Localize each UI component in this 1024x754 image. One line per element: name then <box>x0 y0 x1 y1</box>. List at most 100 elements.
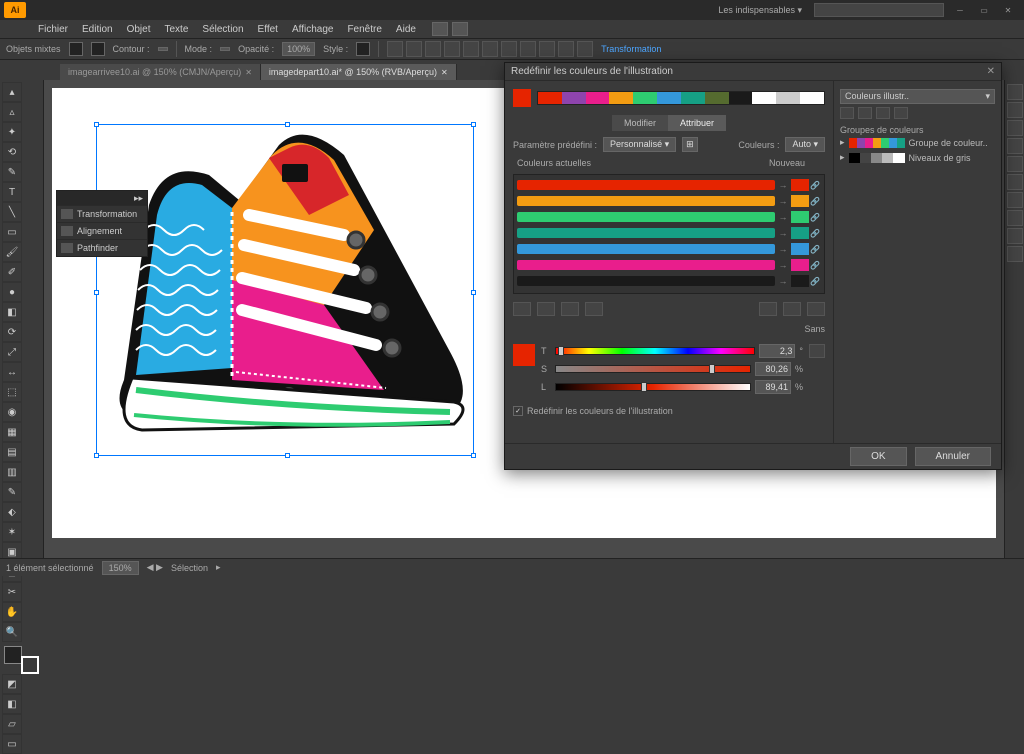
color-row[interactable]: →🔗 <box>517 194 821 208</box>
panel-transformation[interactable]: Transformation <box>57 205 147 222</box>
save-group-icon[interactable] <box>858 107 872 119</box>
paintbrush-tool[interactable]: 🖌 <box>2 242 22 262</box>
scale-tool[interactable]: ⤢ <box>2 342 22 362</box>
distribute-h-icon[interactable] <box>520 41 536 57</box>
strip-swatch[interactable] <box>538 92 562 104</box>
workspace-switcher[interactable]: Les indispensables ▾ <box>710 5 810 16</box>
layout-icon[interactable] <box>432 22 448 36</box>
search-input[interactable] <box>814 3 944 17</box>
align-right-icon[interactable] <box>444 41 460 57</box>
stroke-swatch[interactable] <box>91 42 105 56</box>
window-maximize[interactable]: ▭ <box>972 3 996 17</box>
fill-stroke-control[interactable] <box>2 646 41 674</box>
free-transform-tool[interactable]: ⬚ <box>2 382 22 402</box>
hue-slider[interactable] <box>555 347 755 355</box>
align-left-icon[interactable] <box>406 41 422 57</box>
distribute-v-icon[interactable] <box>539 41 555 57</box>
graphic-styles-panel-icon[interactable] <box>1007 228 1023 244</box>
transform-panel[interactable]: ▸▸ Transformation Alignement Pathfinder <box>56 190 148 257</box>
panel-alignement[interactable]: Alignement <box>57 222 147 239</box>
strip-swatch[interactable] <box>752 92 776 104</box>
fill-color[interactable] <box>4 646 22 664</box>
panel-collapse-icon[interactable]: ▸▸ <box>134 193 143 204</box>
color-row[interactable]: →🔗 <box>517 258 821 272</box>
strip-swatch[interactable] <box>633 92 657 104</box>
direct-selection-tool[interactable]: ▵ <box>2 102 22 122</box>
slice-tool[interactable]: ✂ <box>2 582 22 602</box>
folder-icon[interactable] <box>876 107 890 119</box>
layers-panel-icon[interactable] <box>1007 246 1023 262</box>
transparency-panel-icon[interactable] <box>1007 192 1023 208</box>
menu-affichage[interactable]: Affichage <box>286 22 340 37</box>
separate-colors-icon[interactable] <box>585 302 603 316</box>
menu-effet[interactable]: Effet <box>252 22 284 37</box>
strip-swatch[interactable] <box>705 92 729 104</box>
align-top-icon[interactable] <box>463 41 479 57</box>
menu-aide[interactable]: Aide <box>390 22 422 37</box>
ok-button[interactable]: OK <box>850 447 906 466</box>
style-swatch[interactable] <box>356 42 370 56</box>
symbols-panel-icon[interactable] <box>1007 138 1023 154</box>
align-bottom-icon[interactable] <box>501 41 517 57</box>
align-key-icon[interactable] <box>558 41 574 57</box>
pen-tool[interactable]: ✎ <box>2 162 22 182</box>
blob-brush-tool[interactable]: ● <box>2 282 22 302</box>
align-vcenter-icon[interactable] <box>482 41 498 57</box>
strip-swatch[interactable] <box>586 92 610 104</box>
cancel-button[interactable]: Annuler <box>915 447 991 466</box>
lig-value[interactable]: 89,41 <box>755 380 791 394</box>
strip-swatch[interactable] <box>776 92 800 104</box>
color-row[interactable]: →🔗 <box>517 242 821 256</box>
color-mode-toggle-icon[interactable] <box>809 344 825 358</box>
stroke-color[interactable] <box>21 656 39 674</box>
exclude-color-icon[interactable] <box>783 302 801 316</box>
options-icon[interactable] <box>894 107 908 119</box>
strip-swatch[interactable] <box>562 92 586 104</box>
rectangle-tool[interactable]: ▭ <box>2 222 22 242</box>
menu-edition[interactable]: Edition <box>76 22 119 37</box>
menu-texte[interactable]: Texte <box>159 22 195 37</box>
type-tool[interactable]: T <box>2 182 22 202</box>
blend-mode-dropdown[interactable] <box>220 47 230 51</box>
sat-slider[interactable] <box>555 365 751 373</box>
edit-group-icon[interactable] <box>840 107 854 119</box>
menu-selection[interactable]: Sélection <box>196 22 249 37</box>
strip-swatch[interactable] <box>681 92 705 104</box>
zoom-tool[interactable]: 🔍 <box>2 622 22 642</box>
recolor-icon[interactable] <box>387 41 403 57</box>
swatches-panel-icon[interactable] <box>1007 102 1023 118</box>
fill-swatch[interactable] <box>69 42 83 56</box>
zoom-dropdown[interactable]: 150% <box>102 561 139 575</box>
eraser-tool[interactable]: ◧ <box>2 302 22 322</box>
stroke-weight-dropdown[interactable] <box>158 47 168 51</box>
lasso-tool[interactable]: ⟲ <box>2 142 22 162</box>
window-close[interactable]: ✕ <box>996 3 1020 17</box>
tab-close-icon[interactable]: ✕ <box>441 68 448 77</box>
color-row[interactable]: →🔗 <box>517 210 821 224</box>
mesh-tool[interactable]: ▤ <box>2 442 22 462</box>
align-artboard-icon[interactable] <box>577 41 593 57</box>
preset-dropdown[interactable]: Personnalisé ▾ <box>603 137 676 152</box>
color-mode-icon[interactable]: ◩ <box>2 674 22 694</box>
opacity-dropdown[interactable]: 100% <box>282 42 315 56</box>
symbol-sprayer-tool[interactable]: ✶ <box>2 522 22 542</box>
brushes-panel-icon[interactable] <box>1007 120 1023 136</box>
hand-tool[interactable]: ✋ <box>2 602 22 622</box>
tsl-preview-swatch[interactable] <box>513 344 535 366</box>
color-library-dropdown[interactable]: Couleurs illustr..▾ <box>840 89 995 104</box>
merge-colors-icon[interactable] <box>561 302 579 316</box>
perspective-tool[interactable]: ▦ <box>2 422 22 442</box>
width-tool[interactable]: ↔ <box>2 362 22 382</box>
window-minimize[interactable]: ─ <box>948 3 972 17</box>
magic-wand-tool[interactable]: ✦ <box>2 122 22 142</box>
layout-icon-2[interactable] <box>452 22 468 36</box>
strip-swatch[interactable] <box>800 92 824 104</box>
gradient-tool[interactable]: ▥ <box>2 462 22 482</box>
column-view-icon[interactable] <box>537 302 555 316</box>
color-row[interactable]: →🔗 <box>517 274 821 288</box>
strip-swatch[interactable] <box>729 92 753 104</box>
hue-value[interactable]: 2,3 <box>759 344 795 358</box>
gradient-panel-icon[interactable] <box>1007 174 1023 190</box>
menu-objet[interactable]: Objet <box>121 22 157 37</box>
tab-imagedepart[interactable]: imagedepart10.ai* @ 150% (RVB/Aperçu)✕ <box>261 64 457 80</box>
